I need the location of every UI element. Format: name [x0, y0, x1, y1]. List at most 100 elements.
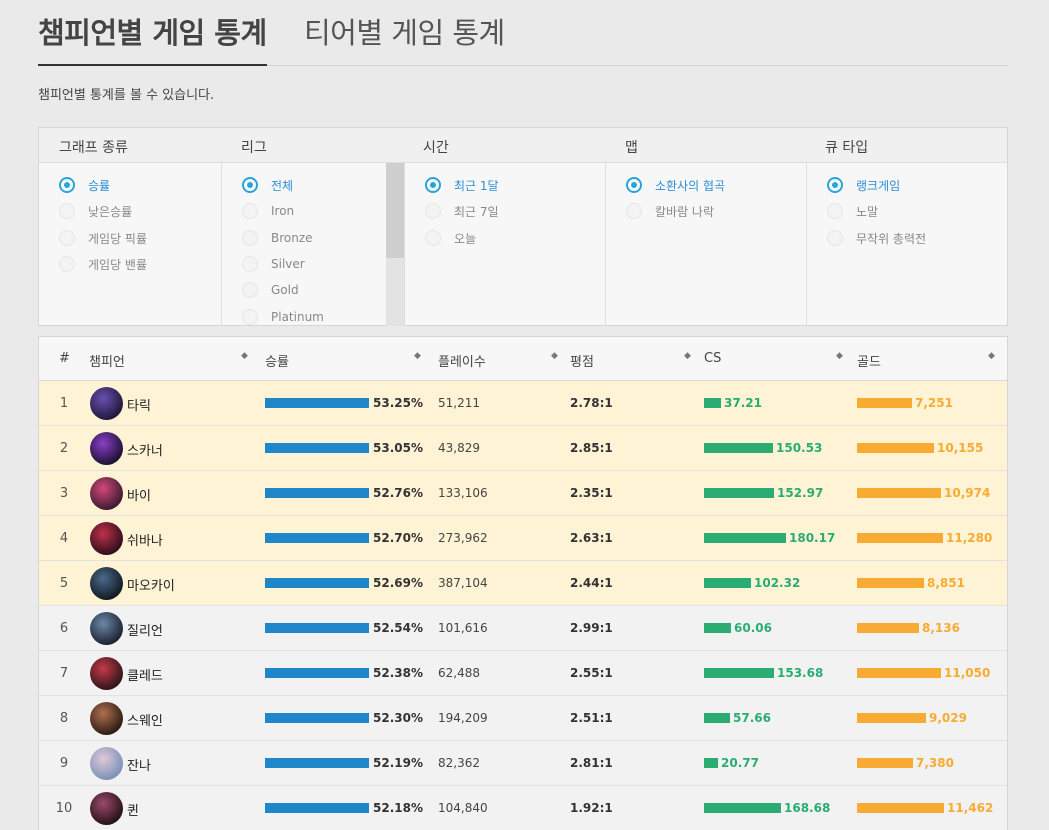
- plays-count: 43,829: [438, 441, 480, 455]
- winrate-value: 52.38%: [373, 666, 423, 680]
- option-label: Bronze: [271, 231, 313, 245]
- champion-avatar-icon[interactable]: [90, 432, 123, 465]
- sort-gold-icon[interactable]: ◆: [988, 351, 995, 361]
- option-normal[interactable]: 노말: [827, 201, 878, 221]
- scrollbar-thumb[interactable]: [386, 163, 404, 258]
- champion-avatar-icon[interactable]: [90, 567, 123, 600]
- champion-avatar-icon[interactable]: [90, 387, 123, 420]
- option-last-month[interactable]: 최근 1달: [425, 175, 499, 195]
- table-row[interactable]: 3 바이 52.76% 133,106 2.35:1 152.97 10,974: [39, 471, 1007, 516]
- winrate-bar: [265, 398, 369, 408]
- kda-value: 2.99:1: [570, 621, 613, 635]
- winrate-bar: [265, 623, 369, 633]
- radio-icon: [425, 203, 441, 219]
- table-row[interactable]: 5 마오카이 52.69% 387,104 2.44:1 102.32 8,851: [39, 561, 1007, 606]
- header-plays[interactable]: 플레이수: [438, 351, 486, 370]
- kda-value: 1.92:1: [570, 801, 613, 815]
- champion-name[interactable]: 타릭: [127, 395, 151, 414]
- radio-icon: [242, 230, 258, 246]
- champion-avatar-icon[interactable]: [90, 657, 123, 690]
- table-row[interactable]: 6 질리언 52.54% 101,616 2.99:1 60.06 8,136: [39, 606, 1007, 651]
- sort-champion-icon[interactable]: ◆: [241, 351, 248, 361]
- champion-name[interactable]: 퀸: [127, 800, 139, 819]
- kda-value: 2.63:1: [570, 531, 613, 545]
- header-rank: #: [59, 351, 70, 366]
- champion-name[interactable]: 마오카이: [127, 575, 175, 594]
- sort-winrate-icon[interactable]: ◆: [414, 351, 421, 361]
- champion-avatar-icon[interactable]: [90, 612, 123, 645]
- header-cs[interactable]: CS: [704, 351, 721, 366]
- header-gold[interactable]: 골드: [857, 351, 881, 370]
- table-row[interactable]: 2 스카너 53.05% 43,829 2.85:1 150.53 10,155: [39, 426, 1007, 471]
- tab-tier-stats[interactable]: 티어별 게임 통계: [304, 10, 505, 52]
- header-kda[interactable]: 평점: [570, 351, 594, 370]
- radio-icon: [242, 177, 258, 193]
- cs-bar: [704, 623, 731, 633]
- table-row[interactable]: 8 스웨인 52.30% 194,209 2.51:1 57.66 9,029: [39, 696, 1007, 741]
- gold-bar: [857, 713, 926, 723]
- option-today[interactable]: 오늘: [425, 228, 476, 248]
- option-ranked[interactable]: 랭크게임: [827, 175, 900, 195]
- sort-kda-icon[interactable]: ◆: [684, 351, 691, 361]
- champion-name[interactable]: 쉬바나: [127, 530, 163, 549]
- filter-title-queue: 큐 타입: [825, 140, 869, 156]
- table-row[interactable]: 4 쉬바나 52.70% 273,962 2.63:1 180.17 11,280: [39, 516, 1007, 561]
- option-winrate[interactable]: 승률: [59, 175, 110, 195]
- champion-name[interactable]: 스웨인: [127, 710, 163, 729]
- winrate-bar: [265, 713, 369, 723]
- winrate-value: 52.69%: [373, 576, 423, 590]
- radio-icon: [827, 203, 843, 219]
- kda-value: 2.51:1: [570, 711, 613, 725]
- option-label: 낮은승률: [88, 204, 133, 219]
- rank-number: 6: [59, 621, 69, 636]
- header-winrate[interactable]: 승률: [265, 351, 289, 370]
- option-last-7-days[interactable]: 최근 7일: [425, 201, 499, 221]
- gold-value: 7,251: [915, 396, 953, 410]
- table-row[interactable]: 7 클레드 52.38% 62,488 2.55:1 153.68 11,050: [39, 651, 1007, 696]
- radio-icon: [626, 203, 642, 219]
- option-howling-abyss[interactable]: 칼바람 나락: [626, 201, 714, 221]
- champion-avatar-icon[interactable]: [90, 522, 123, 555]
- option-label: 칼바람 나락: [655, 204, 715, 219]
- option-league-gold[interactable]: Gold: [242, 280, 299, 300]
- option-label: 전체: [271, 178, 294, 193]
- table-row[interactable]: 10 퀸 52.18% 104,840 1.92:1 168.68 11,462: [39, 786, 1007, 830]
- option-league-bronze[interactable]: Bronze: [242, 228, 313, 248]
- option-summoners-rift[interactable]: 소환사의 협곡: [626, 175, 725, 195]
- kda-value: 2.85:1: [570, 441, 613, 455]
- option-league-iron[interactable]: Iron: [242, 201, 294, 221]
- option-ban-rate[interactable]: 게임당 밴률: [59, 254, 147, 274]
- champion-name[interactable]: 잔나: [127, 755, 151, 774]
- gold-bar: [857, 803, 944, 813]
- champion-avatar-icon[interactable]: [90, 792, 123, 825]
- radio-icon: [827, 177, 843, 193]
- table-row[interactable]: 9 잔나 52.19% 82,362 2.81:1 20.77 7,380: [39, 741, 1007, 786]
- option-pick-rate[interactable]: 게임당 픽률: [59, 228, 147, 248]
- winrate-bar: [265, 488, 369, 498]
- option-league-all[interactable]: 전체: [242, 175, 293, 195]
- sort-plays-icon[interactable]: ◆: [551, 351, 558, 361]
- option-league-silver[interactable]: Silver: [242, 254, 305, 274]
- header-champion[interactable]: 챔피언: [89, 351, 125, 370]
- champion-avatar-icon[interactable]: [90, 747, 123, 780]
- filter-panel: 그래프 종류 리그 시간 맵 큐 타입 승률 낮은승률 게임당 픽률 게임당 밴…: [38, 127, 1008, 326]
- champion-name[interactable]: 클레드: [127, 665, 163, 684]
- table-row[interactable]: 1 타릭 53.25% 51,211 2.78:1 37.21 7,251: [39, 381, 1007, 426]
- champion-name[interactable]: 바이: [127, 485, 151, 504]
- champion-name[interactable]: 스카너: [127, 440, 163, 459]
- league-scrollbar[interactable]: [386, 163, 404, 326]
- option-aram[interactable]: 무작위 총력전: [827, 228, 926, 248]
- tab-champion-stats[interactable]: 챔피언별 게임 통계: [38, 10, 267, 52]
- cs-value: 37.21: [724, 396, 762, 410]
- gold-value: 8,136: [922, 621, 960, 635]
- champion-avatar-icon[interactable]: [90, 702, 123, 735]
- champion-avatar-icon[interactable]: [90, 477, 123, 510]
- option-low-winrate[interactable]: 낮은승률: [59, 201, 132, 221]
- gold-bar: [857, 758, 913, 768]
- filter-col-map: 소환사의 협곡 칼바람 나락: [605, 163, 806, 326]
- winrate-bar: [265, 443, 369, 453]
- sort-cs-icon[interactable]: ◆: [836, 351, 843, 361]
- champion-name[interactable]: 질리언: [127, 620, 163, 639]
- option-label: 게임당 픽률: [88, 231, 148, 246]
- option-league-platinum[interactable]: Platinum: [242, 307, 324, 326]
